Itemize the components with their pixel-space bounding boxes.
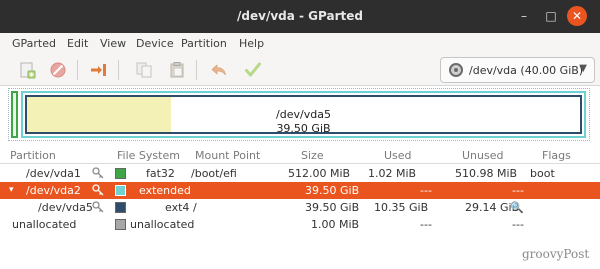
partition-size: 39.50 GiB	[305, 201, 360, 214]
partition-map: /dev/vda5 39.50 GiB	[8, 88, 590, 141]
minimize-button[interactable]: –	[514, 6, 534, 26]
partition-name: /dev/vda5	[38, 201, 93, 214]
menu-view[interactable]: View	[100, 37, 126, 50]
column-header-unused[interactable]: Unused	[462, 149, 503, 162]
menu-device[interactable]: Device	[136, 37, 174, 50]
partition-name: /dev/vda1	[26, 167, 81, 180]
filesystem-color-swatch	[115, 168, 126, 179]
device-selector[interactable]: /dev/vda (40.00 GiB) ▼	[440, 57, 595, 83]
partition-size: 512.00 MiB	[288, 167, 351, 180]
partition-block-vda2[interactable]: /dev/vda5 39.50 GiB	[21, 91, 586, 138]
window-title: /dev/vda - GParted	[237, 9, 363, 23]
key-icon: 🔍	[510, 201, 524, 214]
filesystem-label: unallocated	[130, 218, 195, 231]
partition-used: ---	[420, 218, 432, 231]
column-header-flags[interactable]: Flags	[542, 149, 571, 162]
menu-bar: GParted Edit View Device Partition Help	[0, 33, 600, 54]
resize-move-icon[interactable]	[90, 61, 108, 79]
partition-name: /dev/vda2	[26, 184, 81, 197]
column-header-mount-point[interactable]: Mount Point	[195, 149, 260, 162]
partition-used: 10.35 GiB	[374, 201, 429, 214]
key-icon	[92, 167, 104, 179]
filesystem-color-swatch	[115, 202, 126, 213]
menu-help[interactable]: Help	[239, 37, 264, 50]
partition-unused: ---	[512, 218, 524, 231]
partition-flags: boot	[530, 167, 555, 180]
partition-block-name: /dev/vda5	[276, 108, 331, 121]
chevron-down-icon: ▼	[579, 63, 587, 74]
menu-gparted[interactable]: GParted	[12, 37, 56, 50]
filesystem-label: fat32	[146, 167, 175, 180]
column-header-file-system[interactable]: File System	[117, 149, 180, 162]
undo-icon[interactable]	[210, 61, 228, 79]
partition-block-size: 39.50 GiB	[276, 122, 331, 135]
partition-table-header: Partition File System Mount Point Size U…	[0, 146, 600, 164]
partition-block-vda1[interactable]	[11, 91, 18, 138]
partition-size: 1.00 MiB	[311, 218, 360, 231]
partition-size: 39.50 GiB	[305, 184, 360, 197]
apply-icon[interactable]	[244, 61, 262, 79]
disk-icon	[449, 63, 463, 77]
column-header-partition[interactable]: Partition	[10, 149, 56, 162]
device-selector-label: /dev/vda (40.00 GiB)	[469, 64, 584, 77]
watermark: groovyPost	[522, 247, 590, 261]
close-button[interactable]: ✕	[567, 6, 587, 26]
filesystem-color-swatch	[115, 219, 126, 230]
toolbar-separator	[196, 60, 197, 80]
key-icon	[92, 201, 104, 213]
menu-edit[interactable]: Edit	[67, 37, 88, 50]
paste-icon[interactable]	[168, 61, 186, 79]
partition-unused: ---	[512, 184, 524, 197]
new-partition-icon[interactable]	[18, 61, 36, 79]
toolbar: /dev/vda (40.00 GiB) ▼	[0, 54, 600, 86]
delete-icon[interactable]	[49, 61, 67, 79]
menu-partition[interactable]: Partition	[181, 37, 227, 50]
expander-arrow-icon[interactable]: ▾	[9, 185, 14, 195]
partition-block-vda5[interactable]: /dev/vda5 39.50 GiB	[25, 95, 582, 136]
column-header-size[interactable]: Size	[301, 149, 324, 162]
toolbar-separator	[77, 60, 78, 80]
partition-name: unallocated	[12, 218, 77, 231]
table-row[interactable]: /dev/vda1 fat32 /boot/efi 512.00 MiB 1.0…	[0, 165, 600, 182]
partition-block-label: /dev/vda5 39.50 GiB	[27, 108, 580, 136]
table-row[interactable]: unallocated unallocated 1.00 MiB --- ---	[0, 216, 600, 233]
table-row[interactable]: /dev/vda5 ext4 / 39.50 GiB 10.35 GiB 29.…	[0, 199, 600, 216]
filesystem-label: extended	[139, 184, 191, 197]
mount-point: /	[193, 201, 197, 214]
partition-used: 1.02 MiB	[368, 167, 417, 180]
key-icon	[92, 184, 104, 196]
column-header-used[interactable]: Used	[384, 149, 412, 162]
toolbar-separator	[118, 60, 119, 80]
mount-point: /boot/efi	[191, 167, 237, 180]
filesystem-label: ext4	[165, 201, 190, 214]
partition-unused: 510.98 MiB	[455, 167, 518, 180]
partition-used: ---	[420, 184, 432, 197]
maximize-button[interactable]: □	[541, 6, 561, 26]
filesystem-color-swatch	[115, 185, 126, 196]
title-bar: /dev/vda - GParted – □ ✕	[0, 0, 600, 33]
copy-icon[interactable]	[135, 61, 153, 79]
table-row-selected[interactable]: ▾ /dev/vda2 extended 39.50 GiB --- ---	[0, 182, 600, 199]
